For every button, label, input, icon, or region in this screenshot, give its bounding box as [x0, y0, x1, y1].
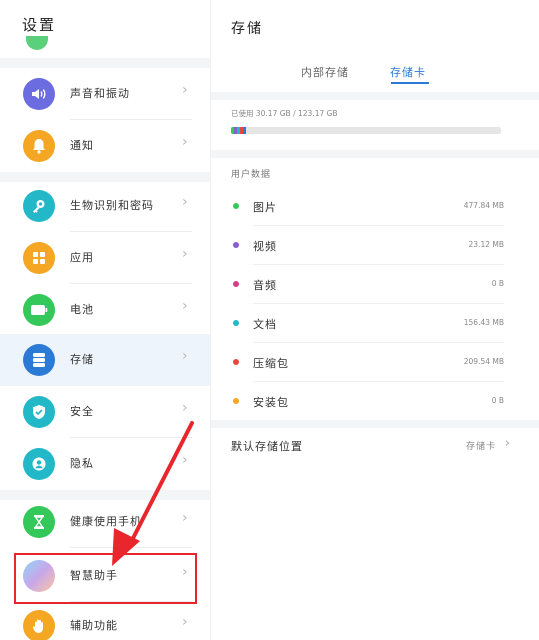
settings-item-biometrics-password[interactable]: 生物识别和密码 ›: [0, 180, 210, 232]
settings-item-sound-vibration[interactable]: 声音和振动 ›: [0, 68, 210, 120]
chevron-right-icon: ›: [182, 452, 188, 468]
settings-item-label: 辅助功能: [70, 619, 118, 632]
hand-icon: [23, 610, 55, 640]
speaker-icon: [23, 78, 55, 110]
chevron-right-icon: ›: [182, 298, 188, 314]
category-dot: [233, 242, 239, 248]
partial-settings-icon: [26, 36, 48, 50]
active-tab-indicator: [391, 82, 429, 84]
settings-item-label: 存储: [70, 353, 94, 366]
chevron-right-icon: ›: [182, 400, 188, 416]
divider: [70, 547, 192, 548]
category-name: 视频: [253, 240, 277, 253]
category-size: 156.43 MB: [463, 318, 504, 327]
settings-item-security[interactable]: 安全 ›: [0, 386, 210, 438]
category-size: 477.84 MB: [463, 201, 504, 210]
settings-item-label: 电池: [70, 303, 94, 316]
settings-item-privacy[interactable]: 隐私 ›: [0, 438, 210, 490]
chevron-right-icon: ›: [182, 134, 188, 150]
category-dot: [233, 359, 239, 365]
privacy-icon: [23, 448, 55, 480]
settings-item-label: 安全: [70, 405, 94, 418]
tab-memory-card[interactable]: 存储卡: [390, 64, 426, 80]
default-storage-location-row[interactable]: 默认存储位置 存储卡 ›: [211, 430, 539, 460]
apps-grid-icon: [23, 242, 55, 274]
bell-icon: [23, 130, 55, 162]
battery-icon: [23, 294, 55, 326]
category-name: 文档: [253, 318, 277, 331]
settings-item-storage[interactable]: 存储 ›: [0, 334, 210, 386]
tab-internal-storage[interactable]: 内部存储: [301, 64, 349, 80]
storage-used-text: 已使用 30.17 GB / 123.17 GB: [231, 109, 338, 118]
category-size: 23.12 MB: [468, 240, 504, 249]
storage-row-archives[interactable]: 压缩包 209.54 MB: [211, 343, 539, 382]
category-dot: [233, 281, 239, 287]
settings-item-label: 声音和振动: [70, 87, 130, 100]
storage-row-images[interactable]: 图片 477.84 MB: [211, 187, 539, 226]
category-dot: [233, 320, 239, 326]
storage-row-video[interactable]: 视频 23.12 MB: [211, 226, 539, 265]
settings-item-label: 通知: [70, 139, 94, 152]
category-name: 安装包: [253, 396, 289, 409]
chevron-right-icon: ›: [182, 82, 188, 98]
chevron-right-icon: ›: [182, 246, 188, 262]
settings-item-notifications[interactable]: 通知 ›: [0, 120, 210, 172]
category-name: 图片: [253, 201, 277, 214]
hourglass-icon: [23, 506, 55, 538]
settings-item-accessibility[interactable]: 辅助功能 ›: [0, 600, 210, 640]
settings-title: 设置: [22, 16, 57, 34]
chevron-right-icon: ›: [182, 614, 188, 630]
storage-pane: 存储 内部存储 存储卡 已使用 30.17 GB / 123.17 GB 用户数…: [210, 0, 539, 640]
settings-pane: 设置 声音和振动 › 通知 › 生物识别和密码 › 应用 › 电池 › 存储 ›…: [0, 0, 210, 640]
usage-segment-other: [243, 127, 246, 134]
settings-item-label: 生物识别和密码: [70, 199, 154, 212]
section-gap: [211, 92, 539, 100]
user-data-section-title: 用户数据: [231, 170, 272, 180]
settings-item-digital-wellbeing[interactable]: 健康使用手机 ›: [0, 496, 210, 548]
shield-icon: [23, 396, 55, 428]
default-storage-location-value: 存储卡: [465, 442, 496, 452]
storage-row-install-packages[interactable]: 安装包 0 B: [211, 382, 539, 421]
storage-icon: [23, 344, 55, 376]
chevron-right-icon: ›: [504, 436, 510, 451]
storage-row-documents[interactable]: 文档 156.43 MB: [211, 304, 539, 343]
category-dot: [233, 203, 239, 209]
settings-item-label: 应用: [70, 251, 94, 264]
key-icon: [23, 190, 55, 222]
chevron-right-icon: ›: [182, 510, 188, 526]
section-gap: [0, 58, 210, 68]
category-dot: [233, 398, 239, 404]
default-storage-location-label: 默认存储位置: [231, 440, 303, 453]
category-size: 209.54 MB: [463, 357, 504, 366]
storage-row-audio[interactable]: 音频 0 B: [211, 265, 539, 304]
section-gap: [211, 150, 539, 158]
chevron-right-icon: ›: [182, 194, 188, 210]
category-size: 0 B: [491, 279, 504, 288]
section-gap: [211, 420, 539, 428]
settings-item-apps[interactable]: 应用 ›: [0, 232, 210, 284]
category-size: 0 B: [491, 396, 504, 405]
category-name: 压缩包: [253, 357, 289, 370]
settings-item-battery[interactable]: 电池 ›: [0, 284, 210, 336]
annotation-highlight-box: [14, 553, 197, 604]
settings-item-label: 隐私: [70, 457, 94, 470]
category-name: 音频: [253, 279, 277, 292]
chevron-right-icon: ›: [182, 348, 188, 364]
settings-item-label: 健康使用手机: [70, 515, 142, 528]
storage-usage-bar: [231, 127, 501, 134]
storage-title: 存储: [231, 21, 263, 37]
